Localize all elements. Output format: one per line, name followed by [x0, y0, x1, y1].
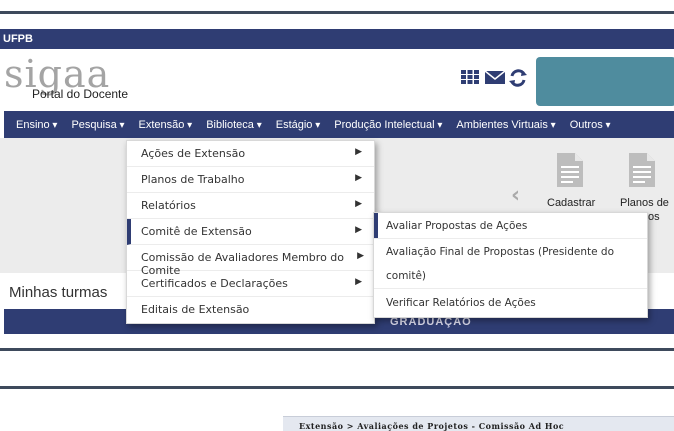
chevron-left-icon[interactable]: ‹: [511, 183, 520, 208]
submenu-item-avaliacao-final-line1[interactable]: Avaliação Final de Propostas (Presidente…: [374, 240, 647, 264]
dropdown-item-editais-de-extensao[interactable]: Editais de Extensão: [127, 297, 374, 323]
caret-right-icon: ▶: [355, 199, 362, 209]
menu-ensino[interactable]: Ensino: [16, 119, 57, 131]
tile-planos-line1[interactable]: Planos de: [620, 197, 669, 209]
menu-extensao[interactable]: Extensão: [139, 119, 193, 131]
submenu-item-avaliar-propostas[interactable]: Avaliar Propostas de Ações: [374, 213, 647, 239]
document-icon[interactable]: [555, 152, 585, 188]
document-icon[interactable]: [627, 152, 657, 188]
caret-right-icon: ▶: [357, 251, 364, 261]
tile-cadastrar[interactable]: Cadastrar: [547, 197, 595, 209]
submenu-item-avaliacao-final-line2[interactable]: comitê): [374, 264, 647, 289]
dropdown-item-label: Editais de Extensão: [141, 303, 250, 316]
minhas-turmas-heading: Minhas turmas: [9, 284, 108, 301]
caret-right-icon: ▶: [355, 147, 362, 157]
user-info-panel: [536, 57, 674, 106]
header-icons: [460, 68, 528, 87]
dropdown-item-comite-de-extensao[interactable]: Comitê de Extensão ▶: [127, 219, 374, 245]
dropdown-item-label: Comitê de Extensão: [141, 225, 252, 238]
caret-right-icon: ▶: [355, 173, 362, 183]
menu-pesquisa[interactable]: Pesquisa: [71, 119, 124, 131]
caret-right-icon: ▶: [355, 277, 362, 287]
menu-biblioteca[interactable]: Biblioteca: [206, 119, 262, 131]
mail-icon[interactable]: [484, 68, 506, 86]
institution-bar: UFPB: [0, 29, 674, 49]
tile-planos-line2[interactable]: os: [648, 211, 660, 223]
dropdown-item-label: Relatórios: [141, 199, 196, 212]
middle-divider: [0, 348, 674, 351]
menu-producao-intelectual[interactable]: Produção Intelectual: [334, 119, 442, 131]
lower-divider: [0, 386, 674, 389]
dropdown-item-relatorios[interactable]: Relatórios ▶: [127, 193, 374, 219]
dropdown-item-label: Certificados e Declarações: [141, 277, 288, 290]
institution-label: UFPB: [3, 33, 33, 45]
dropdown-item-acoes-de-extensao[interactable]: Ações de Extensão ▶: [127, 141, 374, 167]
top-divider: [0, 11, 674, 14]
menu-ambientes-virtuais[interactable]: Ambientes Virtuais: [456, 119, 555, 131]
menu-estagio[interactable]: Estágio: [276, 119, 321, 131]
menu-outros[interactable]: Outros: [570, 119, 611, 131]
submenu-item-verificar-relatorios[interactable]: Verificar Relatórios de Ações: [374, 291, 647, 315]
caret-right-icon: ▶: [355, 225, 362, 235]
portal-subtitle: Portal do Docente: [32, 87, 129, 101]
dropdown-item-certificados-e-declaracoes[interactable]: Certificados e Declarações ▶: [127, 271, 374, 297]
breadcrumb: Extensão > Avaliações de Projetos - Comi…: [283, 416, 674, 431]
dropdown-item-planos-de-trabalho[interactable]: Planos de Trabalho ▶: [127, 167, 374, 193]
dropdown-item-label: Planos de Trabalho: [141, 173, 245, 186]
dropdown-item-comissao-de-avaliadores[interactable]: Comissão de Avaliadores Membro do Comite…: [127, 245, 374, 277]
grid-icon[interactable]: [460, 68, 480, 86]
sync-icon[interactable]: [508, 68, 528, 87]
main-menu: Ensino Pesquisa Extensão Biblioteca Está…: [4, 111, 674, 138]
comite-submenu: Avaliar Propostas de Ações Avaliação Fin…: [373, 212, 648, 318]
dropdown-item-label: Ações de Extensão: [141, 147, 246, 160]
extensao-dropdown: Ações de Extensão ▶ Planos de Trabalho ▶…: [126, 140, 375, 324]
